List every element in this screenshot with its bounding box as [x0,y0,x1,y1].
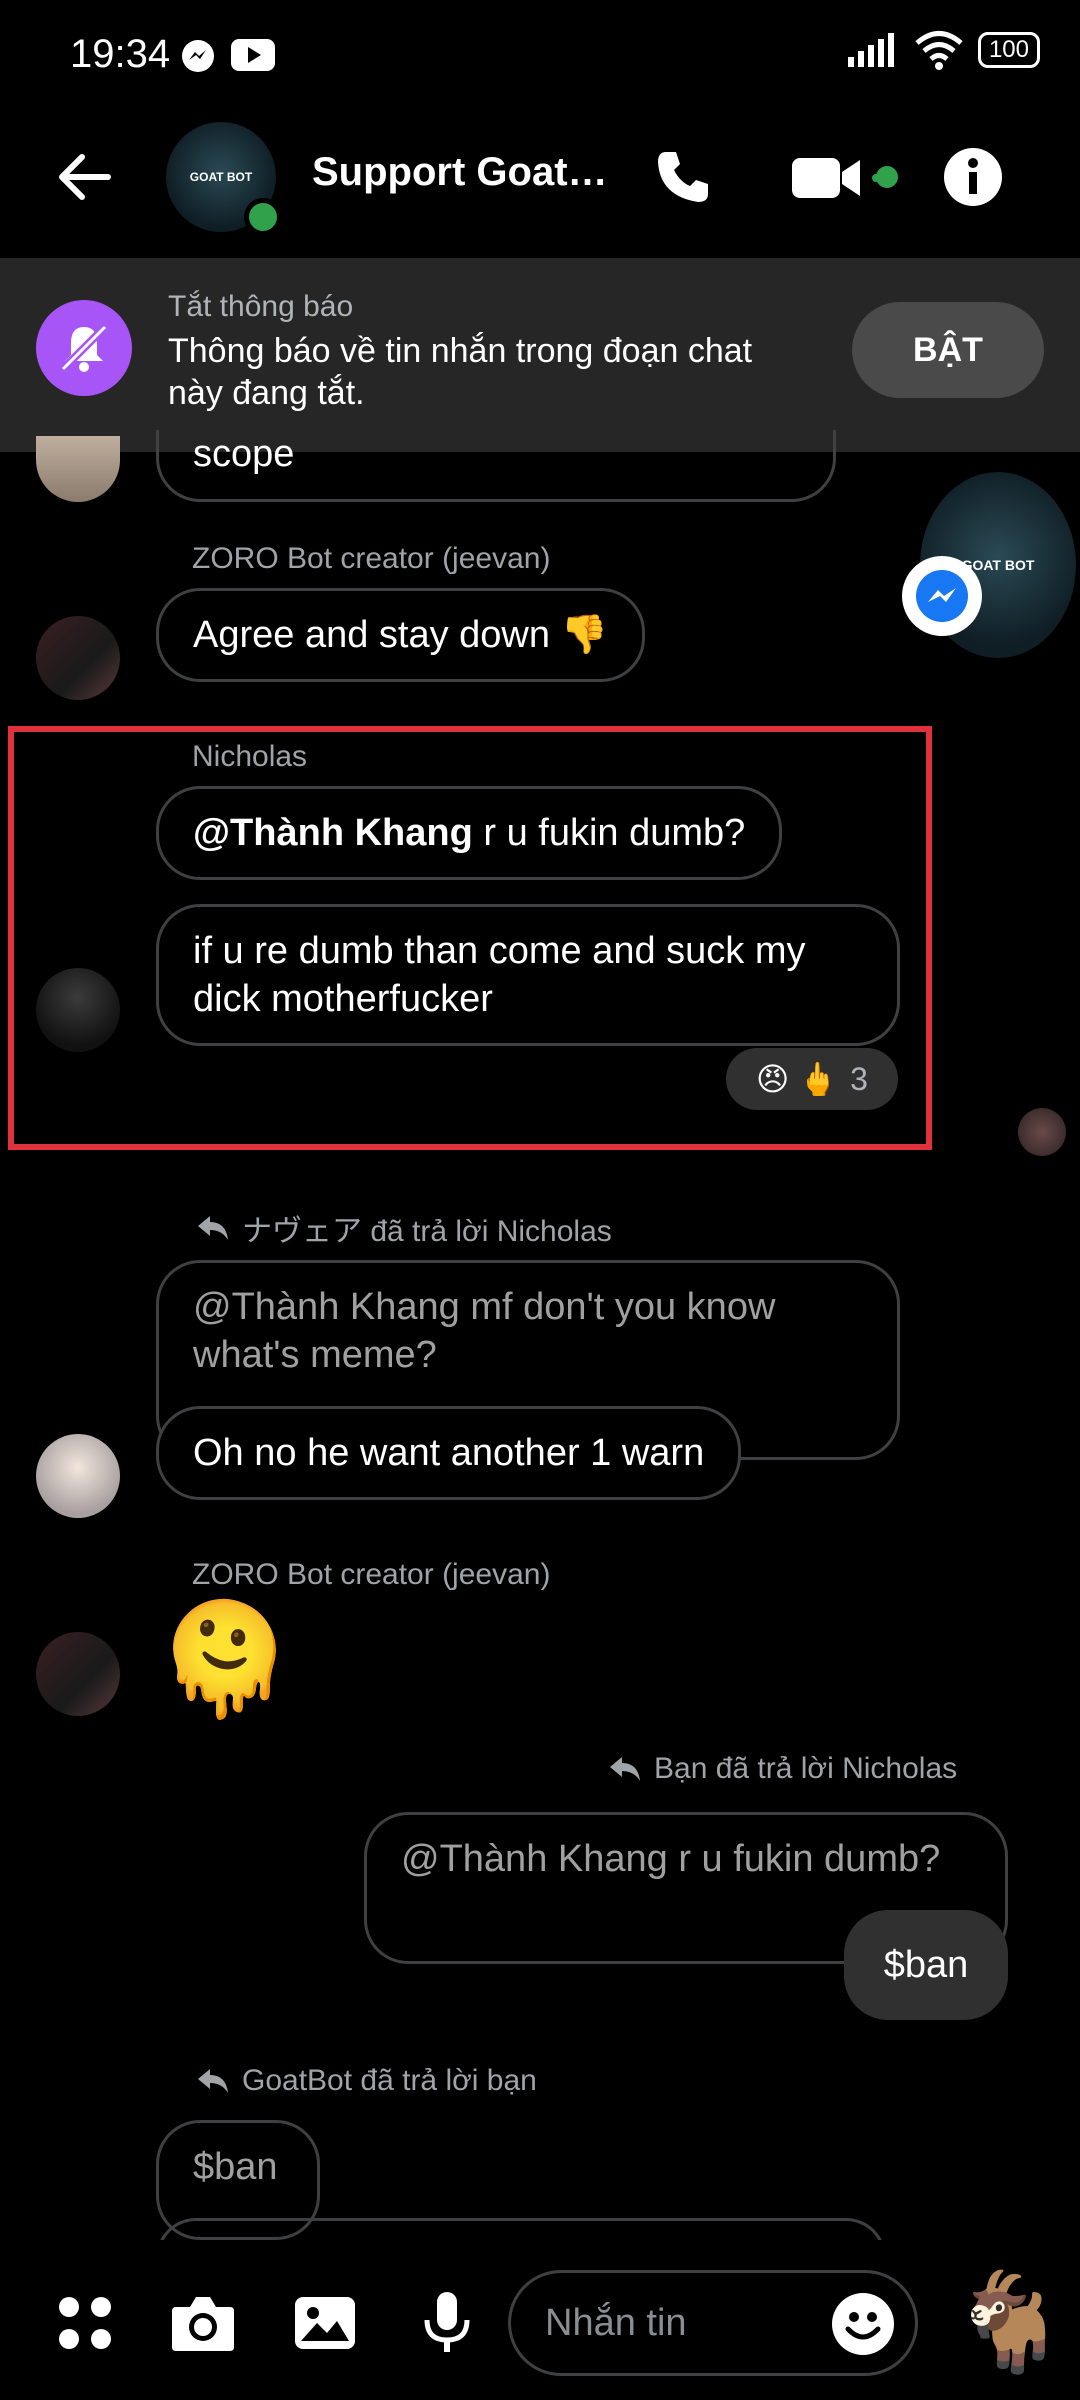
emoji-message[interactable]: 🫠 [156,1600,293,1720]
back-button[interactable] [52,145,116,209]
voice-message-button[interactable] [412,2288,482,2358]
message-text: scope [193,433,295,475]
reaction-pill[interactable]: 😠 🖕 3 [726,1048,898,1110]
voice-call-button[interactable] [648,142,718,212]
gallery-button[interactable] [290,2288,360,2358]
messenger-notification-icon [180,38,216,79]
message-text: if u re dumb than come and suck my dick … [193,930,806,1020]
avatar-zoro[interactable] [36,1632,120,1716]
phone-icon [658,152,708,202]
chat-title[interactable]: Support GoatB... [312,150,612,195]
reaction-count: 3 [850,1060,868,1097]
avatar-zoro[interactable] [36,616,120,700]
message-text: r u fukin dumb? [472,812,746,854]
message-bubble[interactable]: if u re dumb than come and suck my dick … [156,904,900,1046]
video-call-button[interactable] [790,142,880,212]
status-right: 100 [846,30,1040,70]
reply-label: Bạn đã trả lời Nicholas [608,1752,957,1786]
unmute-button[interactable]: BẬT [852,302,1044,398]
avatar-cat[interactable] [36,436,120,502]
quoted-text: @Thành Khang mf don't you know what's me… [193,1286,776,1376]
info-button[interactable] [938,142,1008,212]
quick-reaction-button[interactable]: 🐐 [950,2268,1070,2378]
message-text: Agree and stay down 👎 [193,614,608,656]
wifi-icon [915,31,963,70]
reaction-emojis: 😠 🖕 [756,1061,839,1097]
image-icon [295,2297,355,2349]
sender-name: ZORO Bot creator (jeevan) [192,542,551,575]
online-indicator [244,198,282,236]
video-camera-icon [792,158,880,198]
avatar-navea[interactable] [36,1434,120,1518]
battery-indicator: 100 [977,32,1040,68]
back-arrow-icon [59,154,111,200]
emoji-button[interactable] [832,2293,894,2355]
banner-body: Thông báo về tin nhắn trong đoạn chat nà… [168,332,753,412]
reply-label: ナヴェア đã trả lời Nicholas [196,1206,612,1250]
more-actions-button[interactable] [50,2288,120,2358]
sender-name: Nicholas [192,740,308,773]
info-icon [944,148,1002,206]
banner-title: Tắt thông báo [168,290,354,323]
own-message-bubble[interactable]: $ban [844,1910,1008,2020]
status-time: 19:34 [70,32,171,76]
mention[interactable]: @Thành Khang [193,812,473,854]
quoted-text: $ban [193,2146,278,2188]
video-active-dot [876,166,898,188]
message-bubble[interactable]: Agree and stay down 👎 [156,588,645,682]
avatar-nicholas[interactable] [36,968,120,1052]
camera-button[interactable] [168,2288,238,2358]
message-text: $ban [883,1944,969,1986]
camera-icon [172,2297,234,2351]
four-dots-icon [59,2297,111,2349]
bell-off-icon [36,300,132,396]
reply-icon [198,2069,228,2093]
reply-label: GoatBot đã trả lời bạn [196,2064,537,2098]
read-receipt-avatar [1018,1108,1066,1156]
sender-name: ZORO Bot creator (jeevan) [192,1558,551,1591]
microphone-icon [424,2292,470,2352]
quoted-text: @Thành Khang r u fukin dumb? [401,1838,941,1880]
message-bubble[interactable]: scope [156,430,836,502]
message-bubble[interactable]: @Thành Khang r u fukin dumb? [156,786,783,880]
message-bubble[interactable]: Oh no he want another 1 warn [156,1406,742,1500]
reply-icon [198,1216,228,1240]
message-text: Oh no he want another 1 warn [193,1432,705,1474]
messenger-icon [902,556,982,636]
smiley-icon [845,2312,881,2340]
youtube-notification-icon [230,38,276,77]
signal-icon [847,33,894,67]
reply-icon [610,1757,640,1781]
